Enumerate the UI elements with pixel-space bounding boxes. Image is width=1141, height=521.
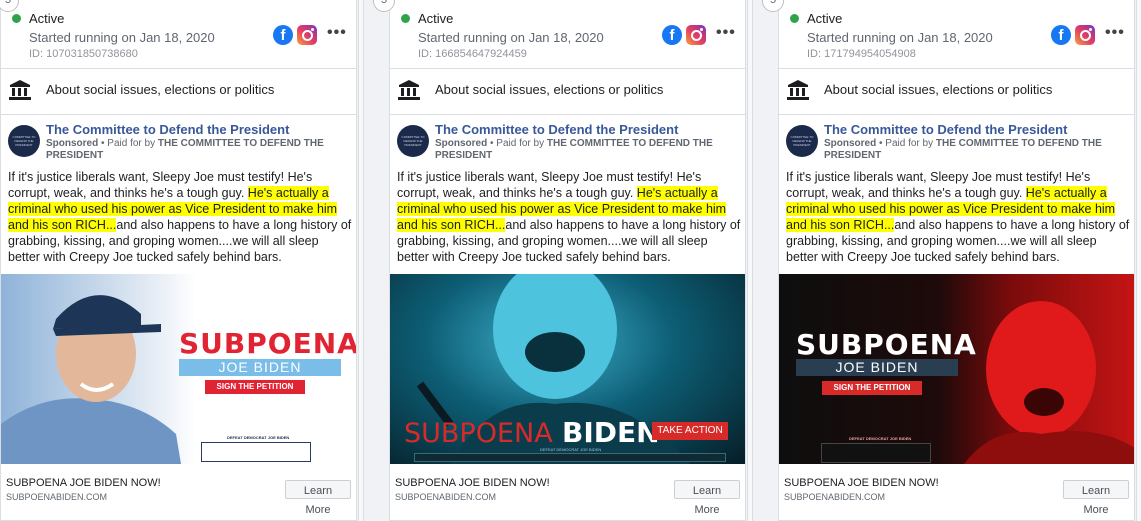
- sponsored-line: Sponsored • Paid for by THE COMMITTEE TO…: [824, 138, 1124, 162]
- active-status-icon: [401, 14, 410, 23]
- political-ad-disclaimer[interactable]: About social issues, elections or politi…: [46, 82, 274, 97]
- creative-disclaimer-box: [821, 443, 931, 463]
- paid-by-prefix: • Paid for by: [487, 138, 547, 149]
- sponsored-label: Sponsored: [824, 138, 877, 149]
- creative-headline: SUBPOENA: [796, 328, 977, 361]
- ad-card: Active Started running on Jan 18, 2020 I…: [389, 0, 746, 521]
- divider: [1, 68, 356, 69]
- ad-body-text: If it's justice liberals want, Sleepy Jo…: [8, 169, 354, 265]
- creative-disclaimer-box: [414, 453, 726, 462]
- page-avatar[interactable]: COMMITTEE TO DEFEND THE PRESIDENT: [8, 125, 40, 157]
- ad-card: Active Started running on Jan 18, 2020 I…: [778, 0, 1135, 521]
- creative-cta: SIGN THE PETITION: [822, 381, 922, 395]
- divider: [1, 114, 356, 115]
- creative-disclaimer-box: [201, 442, 311, 462]
- page-name-link[interactable]: The Committee to Defend the President: [435, 122, 678, 137]
- government-building-icon: [398, 80, 420, 100]
- ad-id: ID: 171794954054908: [807, 48, 916, 60]
- ad-card: Active Started running on Jan 18, 2020 I…: [0, 0, 357, 521]
- paid-by-prefix: • Paid for by: [98, 138, 158, 149]
- creative-name-banner: BIDEN: [562, 416, 660, 449]
- card-stack-edge: [1136, 0, 1141, 521]
- instagram-icon: [297, 25, 317, 45]
- creative-cta: SIGN THE PETITION: [205, 380, 305, 394]
- ad-body-text: If it's justice liberals want, Sleepy Jo…: [397, 169, 743, 265]
- learn-more-button[interactable]: Learn More: [285, 480, 351, 516]
- link-domain: SUBPOENABIDEN.COM: [6, 492, 108, 502]
- facebook-icon: f: [1051, 25, 1071, 45]
- link-domain: SUBPOENABIDEN.COM: [395, 492, 497, 502]
- status-label: Active: [418, 11, 454, 26]
- link-domain: SUBPOENABIDEN.COM: [784, 492, 886, 502]
- divider: [779, 114, 1134, 115]
- divider: [779, 68, 1134, 69]
- divider: [390, 114, 745, 115]
- link-title[interactable]: SUBPOENA JOE BIDEN NOW!: [6, 477, 161, 489]
- page-avatar[interactable]: COMMITTEE TO DEFEND THE PRESIDENT: [786, 125, 818, 157]
- more-options-icon[interactable]: •••: [1105, 24, 1125, 42]
- start-date: Started running on Jan 18, 2020: [807, 30, 993, 45]
- creative-headline: SUBPOENA: [404, 418, 553, 449]
- sponsored-label: Sponsored: [46, 138, 99, 149]
- creative-name-banner: JOE BIDEN: [796, 359, 958, 376]
- more-options-icon[interactable]: •••: [716, 24, 736, 42]
- creative-name-banner: JOE BIDEN: [179, 359, 341, 376]
- page-name-link[interactable]: The Committee to Defend the President: [824, 122, 1067, 137]
- ad-creative-image[interactable]: SUBPOENA BIDEN TAKE ACTION DEFEAT DEMOCR…: [390, 274, 745, 464]
- link-title[interactable]: SUBPOENA JOE BIDEN NOW!: [784, 477, 939, 489]
- status-label: Active: [807, 11, 843, 26]
- ad-creative-image[interactable]: SUBPOENA JOE BIDEN SIGN THE PETITION DEF…: [779, 274, 1134, 464]
- creative-small-text: DEFEAT DEMOCRAT JOE BIDEN: [849, 436, 912, 441]
- creative-headline: SUBPOENA: [179, 327, 356, 360]
- sponsored-line: Sponsored • Paid for by THE COMMITTEE TO…: [46, 138, 346, 162]
- government-building-icon: [787, 80, 809, 100]
- political-ad-disclaimer[interactable]: About social issues, elections or politi…: [824, 82, 1052, 97]
- ad-creative-image[interactable]: SUBPOENA JOE BIDEN SIGN THE PETITION DEF…: [1, 274, 356, 464]
- sponsored-line: Sponsored • Paid for by THE COMMITTEE TO…: [435, 138, 735, 162]
- political-ad-disclaimer[interactable]: About social issues, elections or politi…: [435, 82, 663, 97]
- page-name-link[interactable]: The Committee to Defend the President: [46, 122, 289, 137]
- creative-small-text: DEFEAT DEMOCRAT JOE BIDEN: [540, 447, 602, 452]
- ad-body-text: If it's justice liberals want, Sleepy Jo…: [786, 169, 1132, 265]
- learn-more-button[interactable]: Learn More: [1063, 480, 1129, 516]
- creative-small-text: DEFEAT DEMOCRAT JOE BIDEN: [227, 435, 290, 440]
- active-status-icon: [790, 14, 799, 23]
- facebook-icon: f: [273, 25, 293, 45]
- instagram-icon: [686, 25, 706, 45]
- ad-id: ID: 107031850738680: [29, 48, 138, 60]
- card-stack-edge: [358, 0, 364, 521]
- status-label: Active: [29, 11, 65, 26]
- divider: [390, 68, 745, 69]
- page-avatar[interactable]: COMMITTEE TO DEFEND THE PRESIDENT: [397, 125, 429, 157]
- creative-cta: TAKE ACTION: [652, 422, 728, 440]
- ad-id: ID: 166854647924459: [418, 48, 527, 60]
- more-options-icon[interactable]: •••: [327, 24, 347, 42]
- link-title[interactable]: SUBPOENA JOE BIDEN NOW!: [395, 477, 550, 489]
- start-date: Started running on Jan 18, 2020: [29, 30, 215, 45]
- government-building-icon: [9, 80, 31, 100]
- learn-more-button[interactable]: Learn More: [674, 480, 740, 516]
- active-status-icon: [12, 14, 21, 23]
- sponsored-label: Sponsored: [435, 138, 488, 149]
- paid-by-prefix: • Paid for by: [876, 138, 936, 149]
- facebook-icon: f: [662, 25, 682, 45]
- card-stack-edge: [747, 0, 753, 521]
- instagram-icon: [1075, 25, 1095, 45]
- start-date: Started running on Jan 18, 2020: [418, 30, 604, 45]
